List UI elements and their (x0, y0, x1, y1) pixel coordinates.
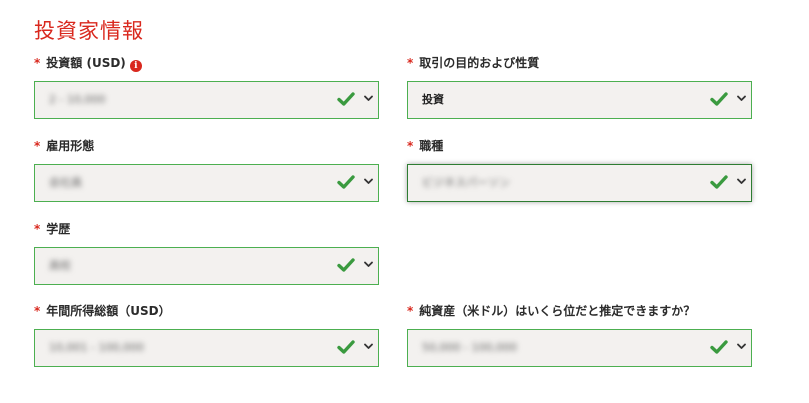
annual-income-label-text: 年間所得総額（USD） (46, 304, 171, 318)
required-mark: * (34, 139, 41, 153)
check-icon (337, 258, 355, 272)
required-mark: * (407, 304, 414, 318)
purpose-value: 投資 (422, 93, 444, 106)
chevron-down-icon (737, 95, 746, 101)
check-icon (337, 92, 355, 106)
purpose-label-text: 取引の目的および性質 (419, 56, 540, 70)
net-worth-value: 50,000 - 100,000 (422, 341, 517, 354)
required-mark: * (34, 56, 41, 70)
chevron-down-icon (364, 343, 373, 349)
education-select[interactable]: 高校 (34, 247, 379, 285)
check-icon (710, 175, 728, 189)
chevron-down-icon (364, 178, 373, 184)
chevron-down-icon (737, 343, 746, 349)
net-worth-label-text: 純資産（米ドル）はいくら位だと推定できますか？ (419, 304, 696, 318)
check-icon (710, 340, 728, 354)
chevron-down-icon (364, 261, 373, 267)
education-label: * 学歴 (34, 219, 70, 239)
employment-label: * 雇用形態 (34, 136, 94, 156)
education-label-text: 学歴 (46, 222, 71, 236)
investment-amount-value: 2 - 10,000 (49, 93, 106, 106)
required-mark: * (34, 304, 41, 318)
purpose-select[interactable]: 投資 (407, 81, 752, 119)
section-title: 投資家情報 (34, 19, 144, 43)
check-icon (337, 340, 355, 354)
required-mark: * (407, 139, 414, 153)
check-icon (337, 175, 355, 189)
purpose-label: * 取引の目的および性質 (407, 53, 539, 73)
occupation-label-text: 職種 (419, 139, 444, 153)
occupation-value: ビジネスパーソン (422, 176, 510, 189)
occupation-label: * 職種 (407, 136, 443, 156)
employment-label-text: 雇用形態 (46, 139, 95, 153)
net-worth-select[interactable]: 50,000 - 100,000 (407, 329, 752, 367)
chevron-down-icon (364, 95, 373, 101)
annual-income-value: 10,001 - 100,000 (49, 341, 144, 354)
info-icon[interactable]: i (129, 60, 142, 72)
employment-value: 会社員 (49, 176, 82, 189)
investment-amount-select[interactable]: 2 - 10,000 (34, 81, 379, 119)
annual-income-select[interactable]: 10,001 - 100,000 (34, 329, 379, 367)
education-value: 高校 (49, 259, 71, 272)
required-mark: * (34, 222, 41, 236)
annual-income-label: * 年間所得総額（USD） (34, 301, 171, 321)
employment-select[interactable]: 会社員 (34, 164, 379, 202)
investment-amount-label: * 投資額 (USD) i (34, 53, 142, 73)
chevron-down-icon (737, 178, 746, 184)
net-worth-label: * 純資産（米ドル）はいくら位だと推定できますか？ (407, 301, 695, 321)
required-mark: * (407, 56, 414, 70)
occupation-select[interactable]: ビジネスパーソン (407, 164, 752, 202)
check-icon (710, 92, 728, 106)
investment-amount-label-text: 投資額 (USD) (46, 56, 126, 70)
